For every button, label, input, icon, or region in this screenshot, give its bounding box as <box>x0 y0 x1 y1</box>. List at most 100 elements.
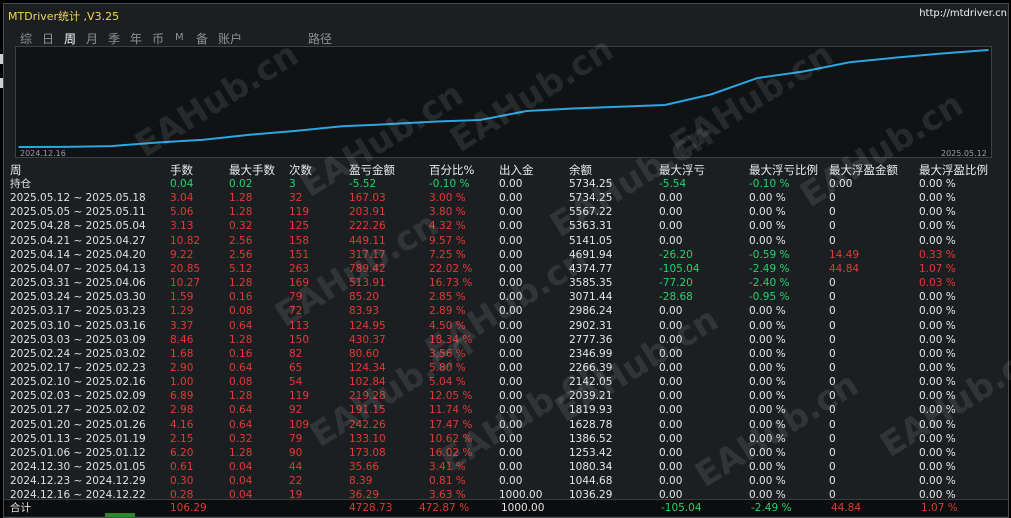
cell-lots: 2.90 <box>170 361 194 374</box>
table-row: 2025.05.12 ~ 2025.05.18 3.04 1.28 32 167.03 3… <box>10 191 1010 205</box>
tab-4[interactable]: 季 <box>108 30 120 47</box>
cell-week: 2025.04.21 ~ 2025.04.27 <box>10 234 146 247</box>
cell-week: 2025.02.10 ~ 2025.02.16 <box>10 376 146 389</box>
balance-point <box>202 138 205 141</box>
table-row: 2025.05.05 ~ 2025.05.11 5.06 1.28 119 203.91… <box>10 205 1010 219</box>
cell-lots: 2.98 <box>170 404 194 417</box>
cell-max-fp: 0 <box>829 305 836 318</box>
cell-max-dd-pct: 0.00 % <box>749 475 786 488</box>
tab-8[interactable]: 备 <box>196 30 208 47</box>
cell-max-dd: 0.00 <box>659 206 683 219</box>
tab-2[interactable]: 周 <box>64 30 76 47</box>
cell-balance: 3071.44 <box>569 291 613 304</box>
cell-pct: 22.02 % <box>429 262 473 275</box>
cell-count: 65 <box>289 361 303 374</box>
cell-max-fp: 0 <box>829 432 836 445</box>
cell-lots: 6.89 <box>170 390 194 403</box>
cell-max-dd-pct: 0.00 % <box>749 234 786 247</box>
tab-10[interactable]: 路径 <box>308 30 332 47</box>
cell-max-lots: 2.56 <box>229 234 253 247</box>
cell-max-dd-pct: 0.00 % <box>749 220 786 233</box>
column-header: 余额 <box>569 163 592 177</box>
cell-max-dd: 0.00 <box>659 418 683 431</box>
cell-max-lots: 0.04 <box>229 461 253 473</box>
cell-max-dd: -77.20 <box>659 277 693 290</box>
cell-deposit: 0.00 <box>499 461 523 473</box>
balance-point <box>894 56 897 59</box>
cell-week: 2025.02.24 ~ 2025.03.02 <box>10 347 146 360</box>
table-row: 2025.04.21 ~ 2025.04.27 10.82 2.56 158 449.1… <box>10 234 1010 248</box>
tab-0[interactable]: 综 <box>20 30 32 47</box>
cell-count: 32 <box>289 192 303 205</box>
cell-count: 150 <box>289 333 310 346</box>
cell-deposit: 0.00 <box>499 206 523 219</box>
cell-balance: 1253.42 <box>569 446 613 459</box>
tab-1[interactable]: 日 <box>42 30 54 47</box>
cell-max-dd-pct: 0.00 % <box>749 206 786 219</box>
cell-max-fp-pct: 0.00 % <box>919 178 956 190</box>
tab-6[interactable]: 币 <box>152 30 164 47</box>
total-deposit: 1000.00 <box>501 502 545 514</box>
cell-pnl: 80.60 <box>349 347 380 360</box>
table-row: 2025.01.06 ~ 2025.01.12 6.20 1.28 90 173.08 1… <box>10 446 1010 460</box>
cell-deposit: 0.00 <box>499 333 523 346</box>
cell-max-dd-pct: 0.00 % <box>749 319 786 332</box>
cell-max-lots: 1.28 <box>229 390 253 403</box>
horizontal-scroll-thumb[interactable] <box>105 513 135 517</box>
balance-point <box>295 130 297 132</box>
cell-count: 3 <box>289 178 296 190</box>
cell-week: 2024.12.23 ~ 2024.12.29 <box>10 475 146 488</box>
balance-point <box>248 133 251 136</box>
cell-max-fp: 0 <box>829 277 836 290</box>
cell-lots: 20.85 <box>170 262 201 275</box>
cell-max-fp: 0 <box>829 234 836 247</box>
total-row-band: 合计 106.29 4728.73 472.87 % 1000.00 -105.04 -2.… <box>4 499 1008 516</box>
total-pct: 472.87 % <box>419 502 470 514</box>
tab-7[interactable]: M <box>175 32 184 43</box>
column-header: 手数 <box>170 163 193 177</box>
tab-5[interactable]: 年 <box>130 30 142 47</box>
total-max-fp: 44.84 <box>831 502 862 514</box>
tab-3[interactable]: 月 <box>86 30 98 47</box>
cell-max-dd-pct: 0.00 % <box>749 390 786 403</box>
balance-point <box>941 52 943 55</box>
cell-max-fp: 0 <box>829 461 836 473</box>
cell-max-dd-pct: 0.00 % <box>749 347 786 360</box>
cell-count: 119 <box>289 206 310 219</box>
cell-max-dd-pct: 0.00 % <box>749 376 786 389</box>
cell-lots: 1.68 <box>170 347 194 360</box>
cell-max-dd-pct: -0.95 % <box>749 291 790 304</box>
cell-max-fp-pct: 0.00 % <box>919 475 956 488</box>
cell-pct: 11.74 % <box>429 404 473 417</box>
cell-week: 2024.12.30 ~ 2025.01.05 <box>10 461 146 473</box>
cell-max-lots: 2.56 <box>229 248 253 261</box>
cell-week: 持仓 <box>10 178 31 190</box>
cell-max-fp: 0 <box>829 333 836 346</box>
cell-count: 158 <box>289 234 310 247</box>
cell-week: 2025.05.12 ~ 2025.05.18 <box>10 192 146 205</box>
cell-count: 92 <box>289 404 303 417</box>
cell-max-lots: 1.28 <box>229 192 253 205</box>
balance-point <box>110 145 113 147</box>
cell-max-fp: 0 <box>829 220 836 233</box>
table-row: 2025.02.10 ~ 2025.02.16 1.00 0.08 54 102.84 5… <box>10 375 1010 389</box>
website-link[interactable]: http://mtdriver.cn <box>919 8 1007 19</box>
cell-max-lots: 0.64 <box>229 361 253 374</box>
cell-max-lots: 1.28 <box>229 277 253 290</box>
cell-count: 119 <box>289 390 310 403</box>
cell-max-dd: 0.00 <box>659 461 683 473</box>
tab-9[interactable]: 账户 <box>218 30 242 47</box>
cell-lots: 8.46 <box>170 333 194 346</box>
cell-deposit: 0.00 <box>499 347 523 360</box>
balance-point <box>571 107 574 110</box>
cell-max-lots: 0.64 <box>229 404 253 417</box>
total-max-fp-pct: 1.07 % <box>921 502 958 514</box>
cell-max-dd-pct: 0.00 % <box>749 361 786 374</box>
cell-balance: 1044.68 <box>569 475 613 488</box>
cell-lots: 2.15 <box>170 432 194 445</box>
cell-pnl: 83.93 <box>349 305 380 318</box>
column-header: 周 <box>10 163 22 177</box>
cell-max-dd-pct: 0.00 % <box>749 333 786 346</box>
cell-balance: 2986.24 <box>569 305 613 318</box>
cell-max-dd: 0.00 <box>659 376 683 389</box>
